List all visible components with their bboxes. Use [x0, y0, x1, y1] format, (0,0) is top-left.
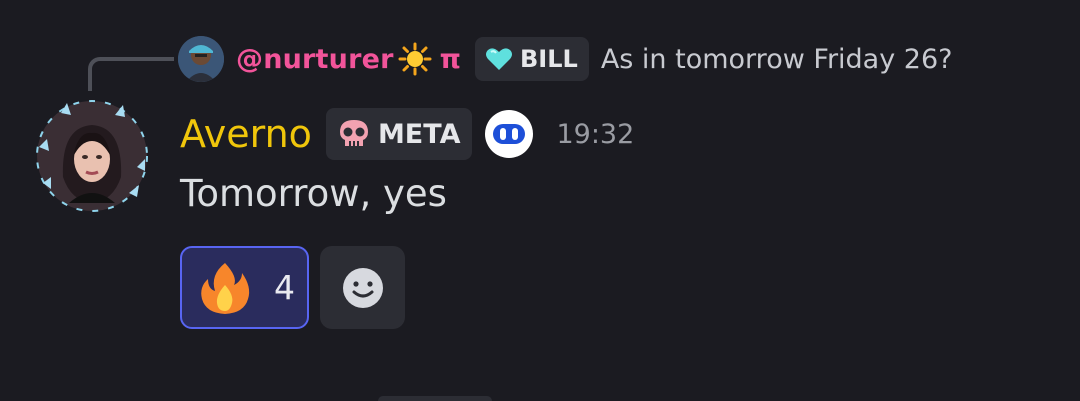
author-name[interactable]: Averno: [180, 112, 312, 156]
heart-icon: [484, 44, 514, 74]
reply-tag-label: BILL: [520, 45, 578, 73]
bot-face-icon[interactable]: [484, 109, 534, 159]
smile-icon: [340, 265, 386, 311]
reply-user-tag[interactable]: BILL: [475, 37, 589, 81]
reply-message-text[interactable]: As in tomorrow Friday 26?: [601, 44, 953, 75]
message-timestamp: 19:32: [556, 118, 635, 150]
reply-username[interactable]: @nurturer: [236, 44, 394, 75]
chat-view: @nurturer π BILL As in tomorrow Friday 2…: [0, 0, 1080, 401]
reply-name-suffix: π: [439, 43, 461, 75]
add-reaction-button[interactable]: [320, 246, 405, 329]
reaction-fire[interactable]: 4: [180, 246, 309, 329]
author-avatar[interactable]: [33, 97, 151, 215]
message-header: Averno META 19:32: [180, 107, 634, 161]
reply-preview[interactable]: @nurturer π BILL As in tomorrow Friday 2…: [178, 35, 952, 83]
message-text[interactable]: Tomorrow, yes: [180, 172, 447, 215]
fire-icon: [196, 259, 254, 317]
reply-connector-line: [88, 57, 174, 91]
sun-icon: [398, 42, 432, 76]
next-message-peek: [378, 396, 492, 401]
author-tag-label: META: [377, 118, 461, 150]
reaction-count: 4: [274, 268, 295, 307]
author-tag[interactable]: META: [325, 108, 473, 160]
reply-avatar-icon[interactable]: [178, 36, 224, 82]
skull-icon: [336, 116, 372, 152]
